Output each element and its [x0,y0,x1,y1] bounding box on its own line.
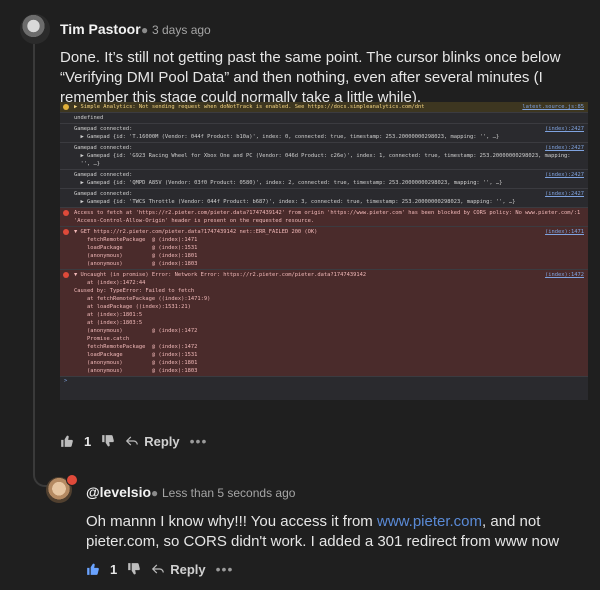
like-icon[interactable] [60,434,74,448]
console-row: ▼ Uncaught (in promise) Error: Network E… [60,270,588,377]
console-prompt[interactable]: > [60,377,588,385]
reply-icon [152,564,165,574]
author-name[interactable]: @levelsio [86,484,151,500]
comment-link[interactable]: www.pieter.com [377,513,482,530]
like-count: 1 [84,433,92,449]
reply-button[interactable]: Reply [151,561,206,577]
badge-icon [66,474,78,486]
console-row: Gamepad connected: ▶ Gamepad {id: 'T.160… [60,124,588,143]
error-icon [63,229,69,235]
thread-line [33,44,35,474]
separator-dot: ● [151,486,159,500]
author-name[interactable]: Tim Pastoor [60,21,141,37]
console-message: Gamepad connected: ▶ Gamepad {id: 'QMPD … [74,172,503,186]
console-message: Gamepad connected: ▶ Gamepad {id: 'T.160… [74,126,500,140]
reply-icon [126,436,139,446]
console-message: Gamepad connected: ▶ Gamepad {id: 'TWCS … [74,191,516,205]
reply-label: Reply [144,433,180,449]
error-icon [63,210,69,216]
thread-connector [33,455,49,487]
console-source-link[interactable]: latest.source.js:85 [522,103,584,111]
console-message: undefined [74,115,104,121]
console-row: Gamepad connected: ▶ Gamepad {id: 'TWCS … [60,189,588,208]
error-icon [63,272,69,278]
like-count: 1 [110,561,118,577]
console-source-link[interactable]: (index):2427 [545,171,584,179]
more-options-icon[interactable]: ••• [190,433,208,449]
dislike-icon[interactable] [101,434,115,448]
comment-text-part: Oh mannn I know why!!! You access it fro… [86,513,377,530]
console-source-link[interactable]: (index):2427 [545,125,584,133]
console-message: Gamepad connected: ▶ Gamepad {id: 'G923 … [74,145,571,167]
console-source-link[interactable]: (index):2427 [545,190,584,198]
comment-actions: 1 Reply ••• [86,561,233,577]
console-row: ▶ Simple Analytics: Not sending request … [60,102,588,113]
console-source-link[interactable]: (index):1471 [545,228,584,236]
console-screenshot: ▶ Simple Analytics: Not sending request … [60,102,588,400]
more-options-icon[interactable]: ••• [216,561,234,577]
console-message: ▼ GET https://r2.pieter.com/pieter.data?… [74,229,318,267]
comment-time: Less than 5 seconds ago [162,486,296,500]
separator-dot: ● [141,23,149,37]
comment-time: 3 days ago [152,23,211,37]
console-row: Gamepad connected: ▶ Gamepad {id: 'QMPD … [60,170,588,189]
comment-text: Done. It’s still not getting past the sa… [60,49,561,106]
console-row: ▼ GET https://r2.pieter.com/pieter.data?… [60,227,588,270]
console-row: undefined [60,113,588,124]
warning-icon [63,104,69,110]
comment-text: Oh mannn I know why!!! You access it fro… [86,512,586,552]
reply-label: Reply [170,561,206,577]
console-row: Access to fetch at 'https://r2.pieter.co… [60,208,588,227]
reply-button[interactable]: Reply [125,433,180,449]
console-row: Gamepad connected: ▶ Gamepad {id: 'G923 … [60,143,588,170]
console-source-link[interactable]: (index):1472 [545,271,584,279]
console-source-link[interactable]: (index):2427 [545,144,584,152]
like-icon[interactable] [86,562,100,576]
avatar[interactable] [20,14,50,44]
console-message: ▼ Uncaught (in promise) Error: Network E… [74,272,367,374]
console-message: ▶ Simple Analytics: Not sending request … [74,104,425,110]
dislike-icon[interactable] [127,562,141,576]
console-message: Access to fetch at 'https://r2.pieter.co… [74,210,581,224]
comment-actions: 1 Reply ••• [60,433,207,449]
